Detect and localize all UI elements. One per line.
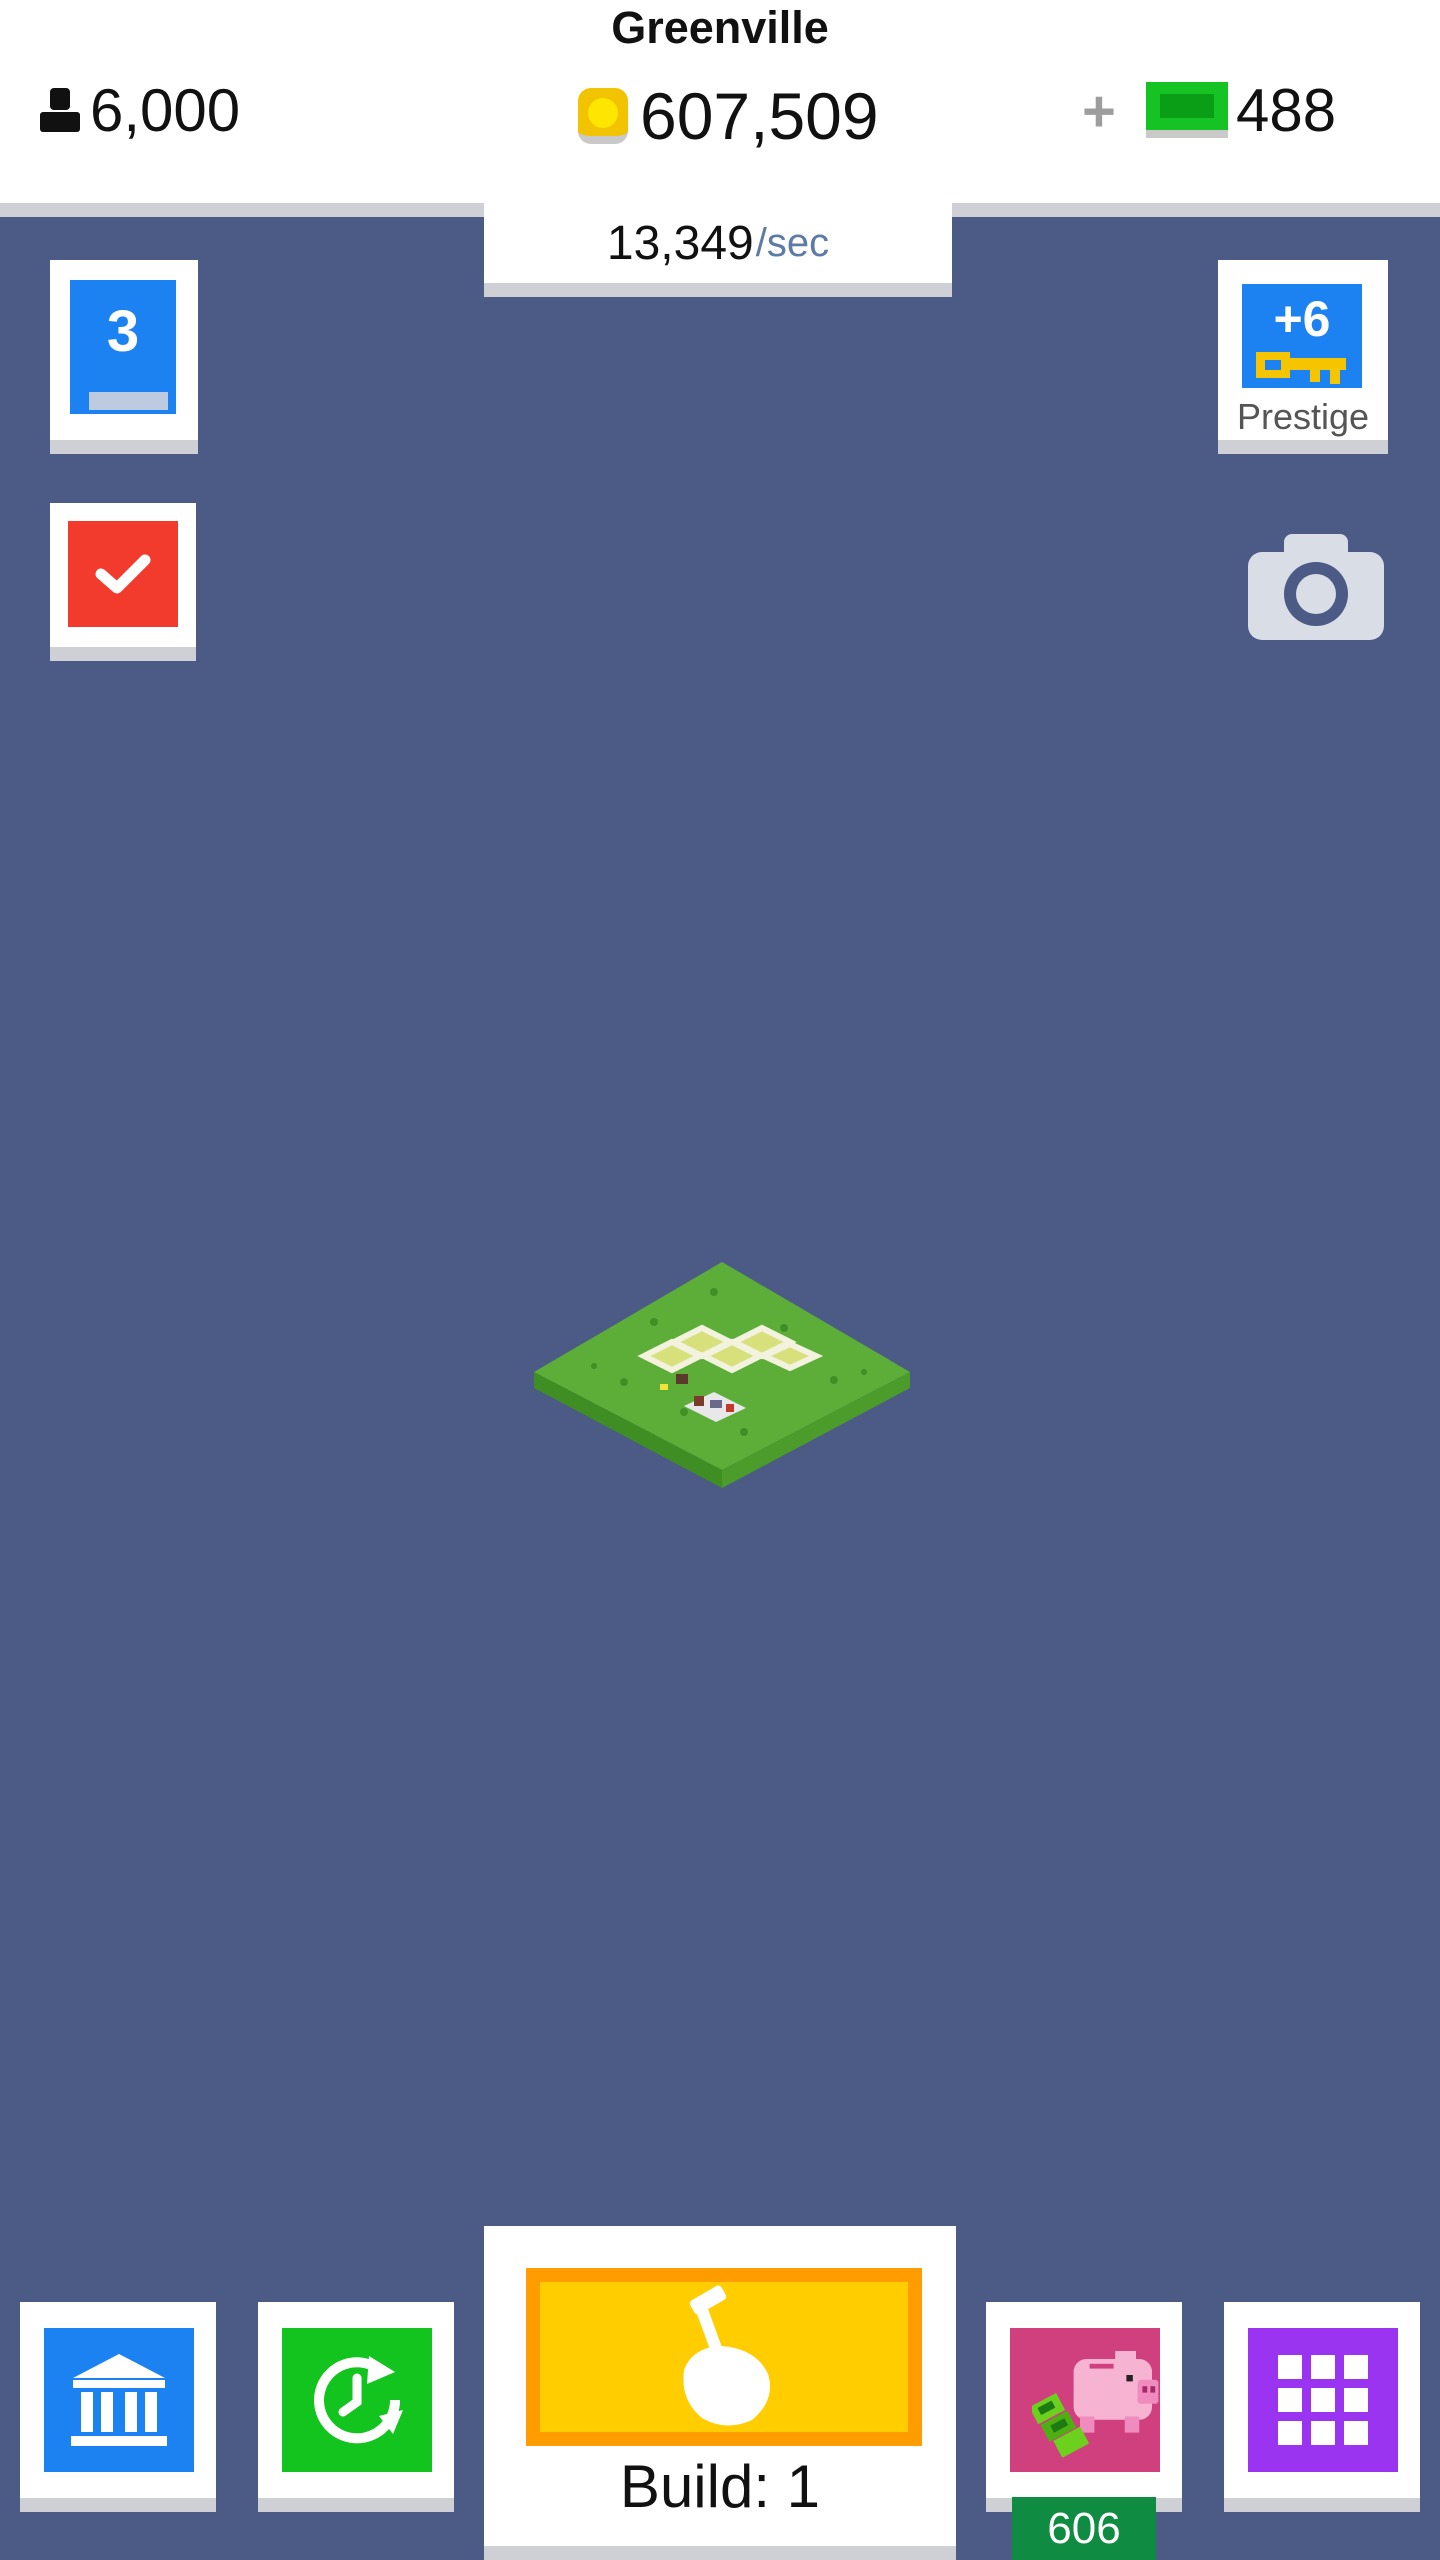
coin-icon [578, 88, 628, 144]
level-button[interactable]: 3 [50, 260, 198, 454]
piggy-bank-badge [1010, 2328, 1160, 2472]
income-rate-value: 13,349 [606, 216, 754, 270]
add-cash-button[interactable]: + [1082, 78, 1116, 145]
tasks-button[interactable] [50, 503, 196, 661]
build-badge [526, 2268, 922, 2446]
menu-button[interactable] [1224, 2302, 1420, 2512]
level-number: 3 [106, 299, 140, 364]
income-rate-unit: /sec [755, 220, 830, 265]
person-icon [40, 88, 80, 132]
top-bar: Greenville 6,000 607,509 + 488 [0, 0, 1440, 217]
time-warp-badge [282, 2328, 432, 2472]
time-warp-button[interactable] [258, 2302, 454, 2512]
bank-button[interactable] [20, 2302, 216, 2512]
menu-badge [1248, 2328, 1398, 2472]
grid-menu-icon [1278, 2355, 1368, 2445]
hammer-hand-icon [683, 2285, 770, 2426]
build-label: Build: 1 [619, 2453, 821, 2520]
level-progress-fill [78, 392, 89, 410]
prestige-value: +6 [1273, 291, 1331, 347]
tasks-badge [68, 521, 178, 627]
build-button[interactable]: Build: 1 [484, 2226, 956, 2560]
level-progress-bar [78, 392, 168, 410]
income-rate: 13,349/sec [484, 203, 952, 297]
population-counter: 6,000 [38, 70, 240, 150]
level-badge: 3 [70, 280, 176, 414]
coin-counter: 607,509 [578, 76, 879, 156]
key-icon [1256, 352, 1346, 384]
cash-value: 488 [1236, 76, 1337, 144]
city-island[interactable] [534, 1262, 910, 1488]
piggy-bank-count: 606 [1012, 2497, 1156, 2560]
population-value: 6,000 [90, 76, 241, 144]
camera-icon[interactable] [1248, 528, 1384, 640]
city-name: Greenville [611, 2, 829, 53]
cash-counter[interactable]: 488 [1146, 70, 1336, 150]
bank-icon [71, 2354, 167, 2446]
bank-badge [44, 2328, 194, 2472]
cash-icon [1146, 82, 1228, 138]
piggy-bank-button[interactable] [986, 2302, 1182, 2512]
prestige-badge: +6 [1242, 284, 1362, 388]
prestige-label: Prestige [1236, 396, 1370, 437]
clock-refresh-icon [314, 2356, 403, 2444]
piggy-bank-icon [1032, 2351, 1159, 2458]
prestige-button[interactable]: +6 Prestige [1218, 260, 1388, 454]
checkmark-icon [95, 554, 151, 594]
coin-value: 607,509 [640, 79, 879, 153]
